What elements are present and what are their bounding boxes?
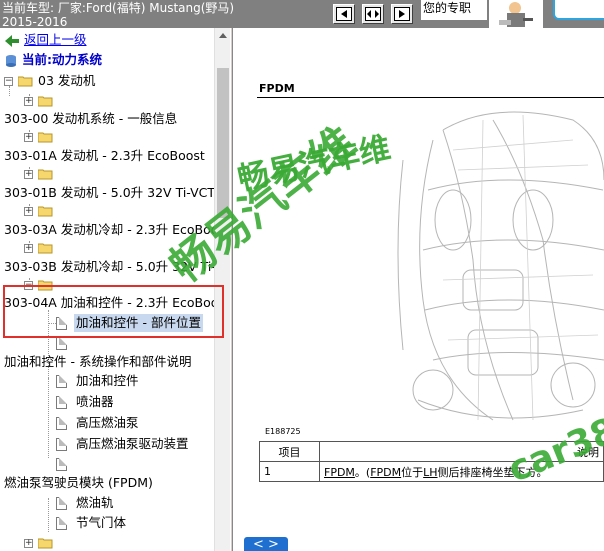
folder-icon [38, 169, 53, 180]
section-label[interactable]: 303-00 发动机系统 - 一般信息 [4, 111, 177, 126]
row-text: 。( [354, 465, 371, 479]
mascot-image [489, 0, 543, 28]
subsection-label[interactable]: 燃油泵驾驶员模块 (FPDM) [4, 475, 153, 490]
document-icon [56, 317, 67, 330]
tree-item-section[interactable]: 303-01A 发动机 - 2.3升 EcoBoost [4, 147, 205, 165]
current-location-row: 当前:动力系统 [4, 51, 102, 69]
doc-label[interactable]: 加油和控件 [76, 372, 139, 390]
expand-node-icon[interactable]: + [24, 244, 33, 253]
row-number: 1 [259, 461, 320, 482]
collapse-node-icon[interactable]: − [24, 281, 33, 290]
folder-icon [38, 132, 53, 143]
doc-label[interactable]: 喷油器 [76, 393, 114, 411]
tree-item-section[interactable]: 303-00 发动机系统 - 一般信息 [4, 110, 177, 128]
section-label[interactable]: 303-04A 加油和控件 - 2.3升 EcoBoost [4, 295, 214, 310]
expand-node-icon[interactable]: + [24, 133, 33, 142]
fpdm-link[interactable]: FPDM [324, 466, 355, 479]
doc-label[interactable]: 高压燃油泵 [76, 414, 139, 432]
expand-button[interactable] [362, 4, 384, 24]
top-bar: 当前车型: 厂家:Ford(福特) Mustang(野马) 2015-2016 … [0, 0, 604, 28]
document-icon [56, 497, 67, 510]
vehicle-line-1: 当前车型: 厂家:Ford(福特) Mustang(野马) [2, 1, 235, 15]
doc-label[interactable]: 节气门体 [76, 514, 126, 532]
document-icon [56, 458, 67, 471]
back-arrow-icon [5, 34, 19, 47]
subsection-label[interactable]: 加油和控件 - 系统操作和部件说明 [4, 354, 191, 369]
folder-open-icon [38, 280, 53, 291]
document-icon [56, 375, 67, 388]
prev-page-button[interactable] [333, 4, 355, 24]
logo-badge [553, 0, 604, 20]
document-icon [56, 517, 67, 530]
doc-label[interactable]: 燃油轨 [76, 494, 114, 512]
folder-icon [38, 538, 53, 549]
chevron-up-icon [219, 33, 227, 38]
database-icon [6, 54, 16, 67]
image-code: E188725 [265, 427, 301, 436]
folder-icon [38, 206, 53, 217]
folder-icon [38, 96, 53, 107]
back-link[interactable]: 返回上一级 [24, 32, 87, 47]
tree-scrollbar[interactable] [214, 28, 230, 551]
folder-open-icon [18, 76, 33, 87]
collapse-icon[interactable]: − [4, 77, 13, 86]
expand-node-icon[interactable]: + [24, 539, 33, 548]
next-page-button[interactable] [391, 4, 413, 24]
lh-link[interactable]: LH [423, 466, 437, 479]
arrow-right-icon [394, 7, 410, 21]
expand-node-icon[interactable]: + [24, 170, 33, 179]
tree-item-subsection[interactable]: 燃油泵驾驶员模块 (FPDM) [4, 474, 153, 492]
current-location: 当前:动力系统 [21, 52, 102, 67]
header-item: 项目 [259, 441, 320, 462]
doc-label[interactable]: 高压燃油泵驱动装置 [76, 435, 189, 453]
document-icon [56, 417, 67, 430]
section-label[interactable]: 303-01A 发动机 - 2.3升 EcoBoost [4, 148, 205, 163]
vehicle-info: 当前车型: 厂家:Ford(福特) Mustang(野马) 2015-2016 [2, 1, 330, 28]
row-text-2: 位于 [401, 465, 424, 479]
expand-node-icon[interactable]: + [24, 97, 33, 106]
selected-doc-label[interactable]: 加油和控件 - 部件位置 [74, 314, 203, 332]
document-tree: 返回上一级 当前:动力系统 − 03 发动机 + 303-00 发动机系统 - … [0, 28, 214, 551]
doc-rule [257, 97, 604, 98]
section-label[interactable]: 303-01B 发动机 - 5.0升 32V Ti-VCT [4, 185, 214, 200]
scroll-up-button[interactable] [215, 28, 230, 44]
vehicle-line-2: 2015-2016 [2, 15, 68, 28]
document-icon [56, 337, 67, 350]
folder-label: 03 发动机 [38, 73, 96, 88]
tree-item-subsection[interactable]: 加油和控件 - 系统操作和部件说明 [4, 353, 191, 371]
welcome-text: 您的专职 [421, 0, 487, 20]
back-link-row[interactable]: 返回上一级 [4, 31, 87, 49]
tree-item-section[interactable]: 303-01B 发动机 - 5.0升 32V Ti-VCT [4, 184, 214, 202]
expand-node-icon[interactable]: + [24, 207, 33, 216]
doc-title: FPDM [259, 82, 295, 95]
tree-item-section[interactable]: 303-04A 加油和控件 - 2.3升 EcoBoost [4, 294, 214, 312]
document-icon [56, 396, 67, 409]
vehicle-illustration [397, 111, 604, 421]
fpdm-link-2[interactable]: FPDM [370, 466, 401, 479]
expand-icon [365, 7, 381, 21]
page-nav-button[interactable]: < > [244, 537, 288, 551]
arrow-left-icon [336, 7, 352, 21]
document-icon [56, 438, 67, 451]
folder-icon [38, 243, 53, 254]
